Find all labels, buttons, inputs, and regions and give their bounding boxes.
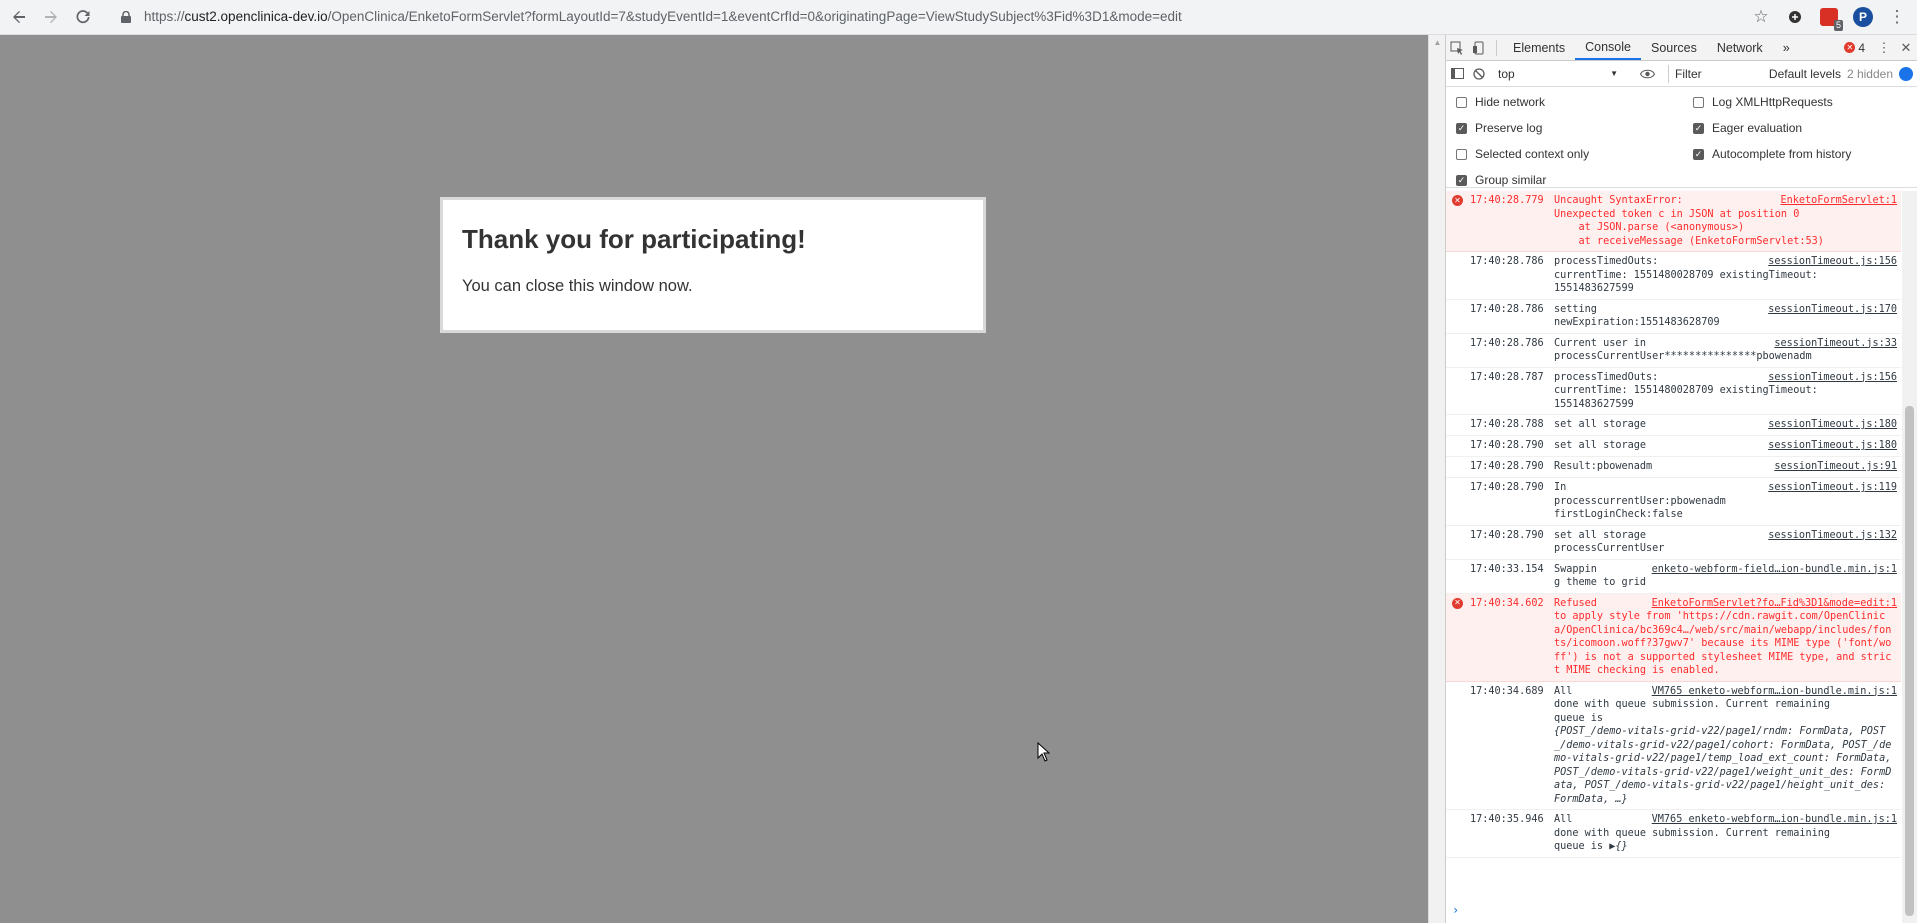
checkbox-checked[interactable]: ✓ [1456, 174, 1467, 186]
error-icon: ✕ [1452, 195, 1463, 206]
lock-icon [118, 9, 134, 25]
console-message: 17:40:28.787 sessionTimeout.js:156 process… [1446, 368, 1901, 415]
option-group-similar[interactable]: ✓ Group similar [1456, 170, 1546, 190]
checkbox-checked[interactable]: ✓ [1456, 122, 1467, 134]
gear-icon[interactable] [1899, 66, 1913, 81]
devtools-menu-icon[interactable]: ⋮ [1873, 37, 1895, 59]
extension-badge-icon[interactable]: 5 [1815, 3, 1843, 31]
more-tabs-button[interactable]: » [1773, 35, 1800, 60]
error-icon: ✕ [1844, 42, 1856, 53]
source-link[interactable]: EnketoFormServlet?fo…Fid%3D1&mode=edit:1 [1652, 597, 1897, 611]
option-hide-network[interactable]: Hide network [1456, 92, 1545, 112]
reload-button[interactable] [70, 4, 96, 30]
devtools-panel: Elements Console Sources Network » ✕ 4 ⋮… [1445, 35, 1917, 923]
back-button[interactable] [6, 4, 32, 30]
source-link[interactable]: sessionTimeout.js:132 [1768, 529, 1897, 543]
device-toolbar-icon[interactable] [1468, 37, 1490, 59]
option-log-xhr[interactable]: Log XMLHttpRequests [1693, 92, 1833, 112]
source-link[interactable]: EnketoFormServlet:1 [1780, 194, 1897, 208]
source-link[interactable]: sessionTimeout.js:180 [1768, 418, 1897, 432]
tab-elements[interactable]: Elements [1503, 35, 1575, 60]
levels-dropdown[interactable]: Default levels [1769, 67, 1841, 81]
context-selector[interactable]: top ▼ [1494, 65, 1622, 83]
tab-network[interactable]: Network [1707, 35, 1773, 60]
address-bar[interactable]: https://cust2.openclinica-dev.io/OpenCli… [110, 3, 1765, 30]
scroll-up-icon[interactable]: ▲ [1429, 35, 1446, 49]
console-message: 17:40:28.788 sessionTimeout.js:180 set all… [1446, 415, 1901, 436]
dialog-message: You can close this window now. [462, 277, 693, 295]
console-scrollbar[interactable] [1902, 191, 1917, 923]
checkbox-checked[interactable]: ✓ [1693, 122, 1704, 134]
source-link[interactable]: enketo-webform-field…ion-bundle.min.js:1 [1652, 563, 1897, 577]
menu-kebab-icon[interactable]: ⋮ [1883, 3, 1911, 31]
tab-sources[interactable]: Sources [1641, 35, 1707, 60]
option-autocomplete-history[interactable]: ✓ Autocomplete from history [1693, 144, 1851, 164]
console-message: 17:40:28.786 sessionTimeout.js:33 Current … [1446, 334, 1901, 368]
console-message: 17:40:28.786 sessionTimeout.js:156 process… [1446, 252, 1901, 300]
console-log: ✕ 17:40:28.779 EnketoFormServlet:1 Uncaught… [1446, 191, 1901, 923]
url-text: https://cust2.openclinica-dev.io/OpenCli… [144, 9, 1182, 24]
source-link[interactable]: VM765 enketo-webform…ion-bundle.min.js:1 [1652, 685, 1897, 699]
page-scrollbar[interactable]: ▲ [1428, 35, 1446, 923]
expandable-object[interactable]: {POST_/demo-vitals-grid-v22/page1/rndm: … [1554, 726, 1897, 805]
close-icon[interactable]: ✕ [1895, 37, 1917, 59]
forward-button[interactable] [38, 4, 64, 30]
option-selected-context-only[interactable]: Selected context only [1456, 144, 1589, 164]
dialog-heading: Thank you for participating! [462, 224, 806, 254]
inspect-element-icon[interactable] [1446, 37, 1468, 59]
console-message: 17:40:28.790 sessionTimeout.js:132 set all… [1446, 526, 1901, 560]
source-link[interactable]: sessionTimeout.js:156 [1768, 255, 1897, 269]
source-link[interactable]: sessionTimeout.js:170 [1768, 303, 1897, 317]
expandable-object[interactable]: ▶{} [1609, 841, 1627, 852]
console-message: 17:40:28.790 sessionTimeout.js:119 In proc… [1446, 478, 1901, 526]
console-message: ✕ 17:40:28.779 EnketoFormServlet:1 Uncaught… [1446, 191, 1901, 252]
console-settings: Hide network Log XMLHttpRequests ✓ Preser… [1446, 87, 1917, 188]
checkbox[interactable] [1456, 96, 1467, 108]
sidebar-toggle-icon[interactable] [1446, 63, 1468, 85]
hidden-count: 2 hidden [1846, 66, 1893, 81]
console-message: 17:40:28.786 sessionTimeout.js:170 setting… [1446, 300, 1901, 334]
console-message: 17:40:28.790 sessionTimeout.js:91 Result:p… [1446, 457, 1901, 478]
console-message: ✕ 17:40:34.602 EnketoFormServlet?fo…Fid%3D… [1446, 593, 1901, 682]
console-toolbar: top ▼ Filter Default levels 2 hidden [1446, 61, 1917, 87]
divider [1496, 39, 1497, 56]
scrollbar-thumb[interactable] [1905, 406, 1914, 916]
extension-icon[interactable] [1781, 3, 1809, 31]
page-overlay: Thank you for participating! You can clo… [0, 35, 1428, 923]
option-eager-evaluation[interactable]: ✓ Eager evaluation [1693, 118, 1802, 138]
checkbox[interactable] [1456, 148, 1467, 160]
source-link[interactable]: sessionTimeout.js:33 [1774, 337, 1897, 351]
checkbox[interactable] [1693, 96, 1704, 108]
eye-icon[interactable] [1636, 63, 1658, 85]
filter-input[interactable]: Filter [1668, 64, 1708, 83]
console-message: 17:40:34.689 VM765 enketo-webform…ion-bun… [1446, 682, 1901, 810]
devtools-tabbar: Elements Console Sources Network » ✕ 4 ⋮… [1446, 35, 1917, 61]
option-preserve-log[interactable]: ✓ Preserve log [1456, 118, 1542, 138]
console-message: 17:40:28.790 sessionTimeout.js:180 set all… [1446, 436, 1901, 457]
source-link[interactable]: sessionTimeout.js:156 [1768, 371, 1897, 385]
source-link[interactable]: VM765 enketo-webform…ion-bundle.min.js:1 [1652, 813, 1897, 827]
dropdown-arrow-icon: ▼ [1610, 69, 1618, 78]
bookmark-star-icon[interactable]: ☆ [1747, 3, 1775, 31]
console-message: 17:40:33.154 enketo-webform-field…ion-bun… [1446, 560, 1901, 594]
browser-toolbar: https://cust2.openclinica-dev.io/OpenCli… [0, 0, 1917, 35]
tab-console[interactable]: Console [1575, 35, 1641, 60]
clear-console-icon[interactable] [1468, 63, 1490, 85]
source-link[interactable]: sessionTimeout.js:119 [1768, 481, 1897, 495]
error-icon: ✕ [1452, 597, 1463, 609]
mouse-cursor-icon [1037, 742, 1051, 762]
console-prompt[interactable]: › [1452, 903, 1459, 917]
thank-you-dialog: Thank you for participating! You can clo… [440, 197, 986, 333]
checkbox-checked[interactable]: ✓ [1693, 148, 1704, 160]
source-link[interactable]: sessionTimeout.js:91 [1774, 460, 1897, 474]
console-message: 17:40:35.946 VM765 enketo-webform…ion-bun… [1446, 810, 1901, 858]
source-link[interactable]: sessionTimeout.js:180 [1768, 439, 1897, 453]
profile-avatar[interactable]: P [1849, 3, 1877, 31]
error-counter[interactable]: ✕ 4 [1844, 41, 1865, 55]
